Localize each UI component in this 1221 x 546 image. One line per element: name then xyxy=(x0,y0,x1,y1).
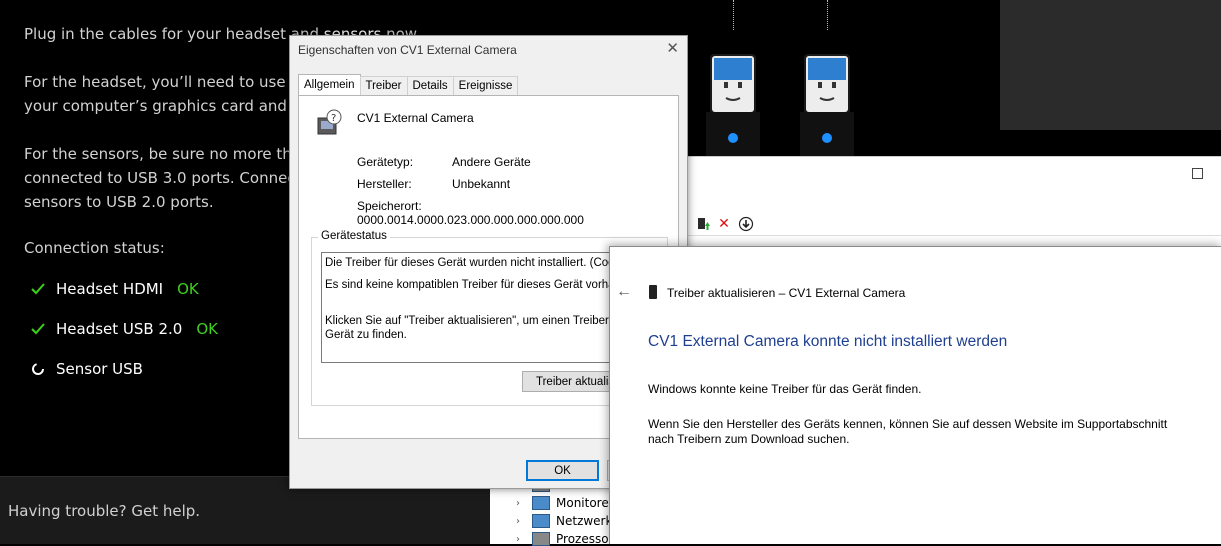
status-label: Sensor USB xyxy=(56,360,143,378)
tree-item-label: Monitore xyxy=(556,496,609,510)
chevron-right-icon[interactable]: › xyxy=(516,516,526,527)
tab-events[interactable]: Ereignisse xyxy=(452,76,519,97)
properties-tabs: Allgemein Treiber Details Ereignisse xyxy=(298,74,519,99)
field-value: Andere Geräte xyxy=(452,155,531,169)
field-value: Unbekannt xyxy=(452,177,511,191)
status-headset-usb: Headset USB 2.0 OK xyxy=(28,320,218,338)
processor-icon xyxy=(532,532,550,546)
cable-line xyxy=(827,0,829,30)
cable-line xyxy=(733,0,735,30)
tab-driver[interactable]: Treiber xyxy=(359,76,408,97)
status-ok: OK xyxy=(196,320,218,338)
status-line: Gerät zu finden. xyxy=(325,329,407,341)
tree-item-network[interactable]: › Netzwerka xyxy=(516,514,620,528)
tab-details[interactable]: Details xyxy=(406,76,454,97)
usb-plugs-illustration xyxy=(706,54,854,160)
network-icon xyxy=(532,514,550,528)
device-name: CV1 External Camera xyxy=(357,111,474,125)
tree-item-monitors[interactable]: › Monitore xyxy=(516,496,609,510)
dialog-title: Treiber aktualisieren – CV1 External Cam… xyxy=(667,286,906,300)
connection-status-title: Connection status: xyxy=(24,239,165,257)
field-label: Hersteller: xyxy=(357,177,412,191)
check-icon xyxy=(28,323,48,335)
svg-text:?: ? xyxy=(331,113,336,124)
unknown-device-icon: ? xyxy=(317,109,342,135)
status-ok: OK xyxy=(177,280,199,298)
scan-icon[interactable] xyxy=(738,216,754,232)
back-arrow-icon[interactable]: ← xyxy=(616,283,632,301)
field-value: 0000.0014.0000.023.000.000.000.000.000 xyxy=(357,213,584,227)
spinner-icon xyxy=(28,362,48,376)
status-headset-hdmi: Headset HDMI OK xyxy=(28,280,199,298)
field-device-type: Gerätetyp: Andere Geräte xyxy=(357,155,531,169)
status-sensor-usb: Sensor USB xyxy=(28,360,143,378)
status-line: Klicken Sie auf "Treiber aktualisieren",… xyxy=(325,315,636,327)
ok-button[interactable]: OK xyxy=(526,460,599,481)
field-location: Speicherort:0000.0014.0000.023.000.000.0… xyxy=(357,199,678,227)
maximize-button[interactable] xyxy=(1192,168,1203,179)
close-icon[interactable]: ✕ xyxy=(666,39,679,57)
status-label: Headset USB 2.0 xyxy=(56,320,183,338)
error-message: Windows konnte keine Treiber für das Ger… xyxy=(648,382,922,396)
help-message: Wenn Sie den Hersteller des Geräts kenne… xyxy=(648,417,1168,446)
status-label: Headset HDMI xyxy=(56,280,164,298)
field-label: Speicherort: xyxy=(357,199,422,213)
status-line: Die Treiber für dieses Gerät wurden nich… xyxy=(325,257,637,269)
uninstall-icon[interactable]: ✕ xyxy=(716,216,732,232)
update-driver-dialog: ← Treiber aktualisieren – CV1 External C… xyxy=(609,246,1221,544)
group-legend: Gerätestatus xyxy=(318,230,390,242)
background-panel xyxy=(1000,0,1221,130)
update-driver-icon[interactable] xyxy=(696,216,712,232)
intro-text: Plug in the cables for your headset and xyxy=(24,25,324,43)
help-link[interactable]: Having trouble? Get help. xyxy=(8,502,200,520)
field-label: Gerätetyp: xyxy=(357,155,414,169)
check-icon xyxy=(28,283,48,295)
monitor-icon xyxy=(532,496,550,510)
error-heading: CV1 External Camera konnte nicht install… xyxy=(648,333,1008,350)
device-icon xyxy=(649,285,657,299)
chevron-right-icon[interactable]: › xyxy=(516,498,526,509)
field-manufacturer: Hersteller: Unbekannt xyxy=(357,177,510,191)
dialog-title: Eigenschaften von CV1 External Camera xyxy=(298,43,517,57)
tree-item-processors[interactable]: › Prozessore xyxy=(516,532,621,546)
status-line: Es sind keine kompatiblen Treiber für di… xyxy=(325,279,641,291)
